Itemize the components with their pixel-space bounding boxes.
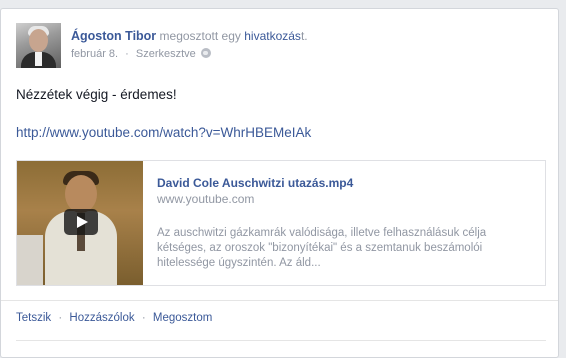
globe-icon[interactable] [200, 48, 211, 58]
preview-description: Az auschwitzi gázkamrák valódisága, ille… [157, 227, 487, 269]
action-separator: · [141, 312, 146, 324]
preview-title[interactable]: David Cole Auschwitzi utazás.mp4 [157, 176, 353, 190]
share-button[interactable]: Megosztom [153, 312, 212, 324]
like-button[interactable]: Tetszik [16, 312, 51, 324]
edited-label[interactable]: Szerkesztve [136, 48, 196, 60]
post-url-link[interactable]: http://www.youtube.com/watch?v=WhrHBEMeI… [16, 125, 311, 140]
meta-separator: · [125, 48, 129, 60]
avatar-collar [35, 52, 42, 66]
post-header: Ágoston Tibor megosztott egy hivatkozást… [71, 29, 308, 43]
author-name[interactable]: Ágoston Tibor [71, 29, 156, 43]
action-text: megosztott egy [156, 29, 245, 43]
video-thumbnail[interactable] [17, 161, 143, 285]
action-suffix: t. [300, 29, 308, 43]
divider [1, 300, 558, 301]
shared-object-link[interactable]: hivatkozás [244, 29, 301, 43]
thumbnail-person-head [65, 175, 97, 213]
comment-button[interactable]: Hozzászólok [69, 312, 134, 324]
avatar[interactable] [16, 23, 61, 68]
preview-domain: www.youtube.com [157, 192, 255, 206]
avatar-face [29, 29, 48, 52]
post-meta: február 8. · Szerkesztve [71, 48, 211, 60]
play-icon[interactable] [64, 209, 98, 235]
post-card: Ágoston Tibor megosztott egy hivatkozást… [0, 8, 559, 358]
link-preview[interactable]: David Cole Auschwitzi utazás.mp4 www.you… [16, 160, 546, 286]
action-separator: · [58, 312, 63, 324]
comment-area-divider [16, 340, 546, 341]
thumbnail-background [17, 235, 43, 285]
post-date[interactable]: február 8. [71, 48, 118, 60]
post-actions: Tetszik · Hozzászólok · Megosztom [16, 312, 212, 324]
post-text: Nézzétek végig - érdemes! [16, 87, 177, 102]
